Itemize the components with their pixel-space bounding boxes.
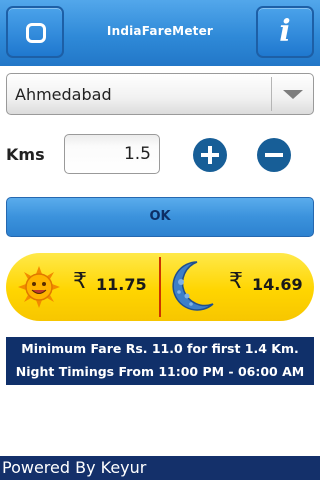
dropdown-divider (271, 77, 272, 111)
fare-panel: ₹ 11.75 ₹ 14.69 (6, 253, 314, 321)
chevron-down-icon (283, 90, 303, 99)
city-dropdown[interactable]: Ahmedabad (6, 73, 314, 115)
powered-by-text: Powered By Keyur (2, 458, 147, 477)
kms-label: Kms (6, 145, 45, 164)
fare-divider (159, 257, 161, 317)
ok-button[interactable]: OK (6, 197, 314, 237)
app-title: IndiaFareMeter (106, 24, 214, 38)
day-rupee-symbol: ₹ (73, 269, 87, 294)
night-rupee-symbol: ₹ (229, 269, 243, 294)
sun-icon (18, 266, 60, 308)
info-icon: i (279, 14, 291, 49)
minimum-fare-text: Minimum Fare Rs. 11.0 for first 1.4 Km. (21, 341, 299, 356)
day-fare-value: 11.75 (96, 275, 147, 294)
footer: Powered By Keyur (0, 456, 320, 480)
night-timings-text: Night Timings From 11:00 PM - 06:00 AM (15, 364, 305, 379)
decrement-button[interactable] (257, 138, 291, 172)
ring-icon (26, 23, 46, 43)
night-fare-value: 14.69 (252, 275, 303, 294)
increment-button[interactable] (193, 138, 227, 172)
moon-icon (172, 261, 214, 311)
info-button[interactable]: i (256, 6, 314, 58)
title-bar: IndiaFareMeter i (0, 0, 320, 66)
kms-input[interactable] (64, 134, 160, 174)
city-selected-value: Ahmedabad (15, 85, 112, 104)
menu-button[interactable] (6, 6, 64, 58)
fare-info-box: Minimum Fare Rs. 11.0 for first 1.4 Km. … (6, 337, 314, 385)
